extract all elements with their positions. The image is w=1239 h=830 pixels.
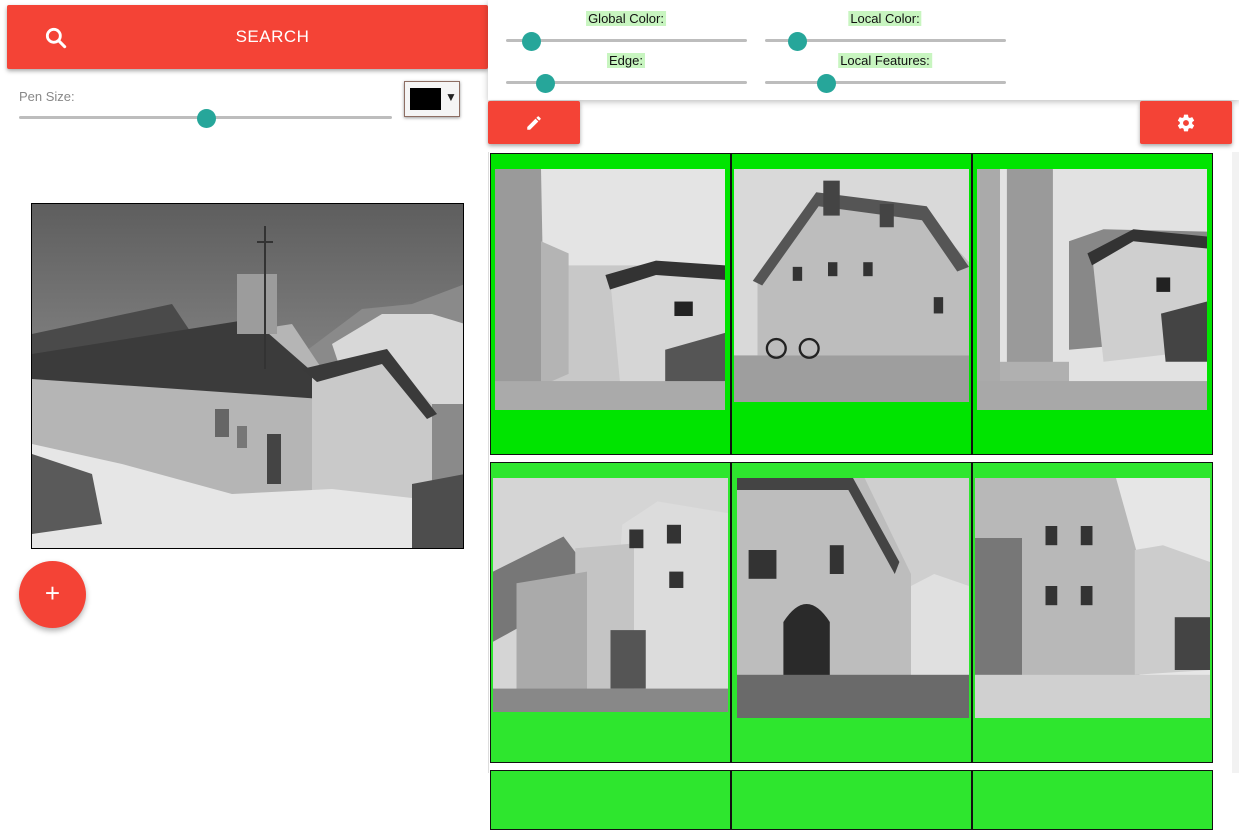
dropdown-arrow-icon: ▼ — [445, 90, 457, 104]
pencil-icon — [527, 115, 541, 130]
weight-label-local-color: Local Color: — [848, 11, 922, 26]
weight-label-local-features: Local Features: — [838, 53, 932, 68]
result-card[interactable] — [972, 462, 1213, 763]
search-button-label: SEARCH — [235, 27, 310, 46]
weight-label-global-color: Global Color: — [586, 11, 666, 26]
pen-size-thumb[interactable] — [197, 109, 216, 128]
result-image — [977, 169, 1207, 410]
result-image — [493, 478, 728, 712]
local-features-track[interactable] — [765, 81, 1006, 84]
result-card[interactable] — [490, 153, 731, 455]
result-card[interactable] — [490, 770, 731, 830]
results-scrollbar[interactable] — [1232, 152, 1239, 773]
result-image — [734, 169, 969, 402]
feature-weights-panel: Global Color: Local Color: Edge: Local F… — [488, 0, 1239, 100]
result-card[interactable] — [731, 153, 972, 455]
settings-button[interactable] — [1140, 101, 1232, 144]
result-card[interactable] — [972, 153, 1213, 455]
result-card[interactable] — [490, 462, 731, 763]
gear-icon — [1177, 114, 1195, 131]
result-image — [495, 169, 725, 410]
global-color-thumb[interactable] — [522, 32, 541, 51]
result-card[interactable] — [731, 770, 972, 830]
result-card[interactable] — [731, 462, 972, 763]
plus-icon: + — [44, 578, 61, 608]
result-card[interactable] — [972, 770, 1213, 830]
edge-thumb[interactable] — [536, 74, 555, 93]
results-grid — [488, 152, 1234, 830]
result-image — [737, 478, 969, 718]
search-button[interactable]: SEARCH — [7, 5, 488, 69]
sketch-canvas[interactable] — [31, 203, 464, 549]
pen-size-label: Pen Size: — [19, 89, 75, 104]
weight-label-edge: Edge: — [607, 53, 645, 68]
edit-button[interactable] — [488, 101, 580, 144]
result-image — [975, 478, 1210, 718]
local-color-thumb[interactable] — [788, 32, 807, 51]
local-features-thumb[interactable] — [817, 74, 836, 93]
add-button[interactable]: + — [19, 561, 86, 628]
global-color-track[interactable] — [506, 39, 747, 42]
pen-color-swatch — [410, 88, 441, 110]
pen-size-slider[interactable] — [19, 108, 392, 128]
sketch-image — [32, 204, 463, 548]
pen-color-picker[interactable]: ▼ — [404, 81, 460, 117]
